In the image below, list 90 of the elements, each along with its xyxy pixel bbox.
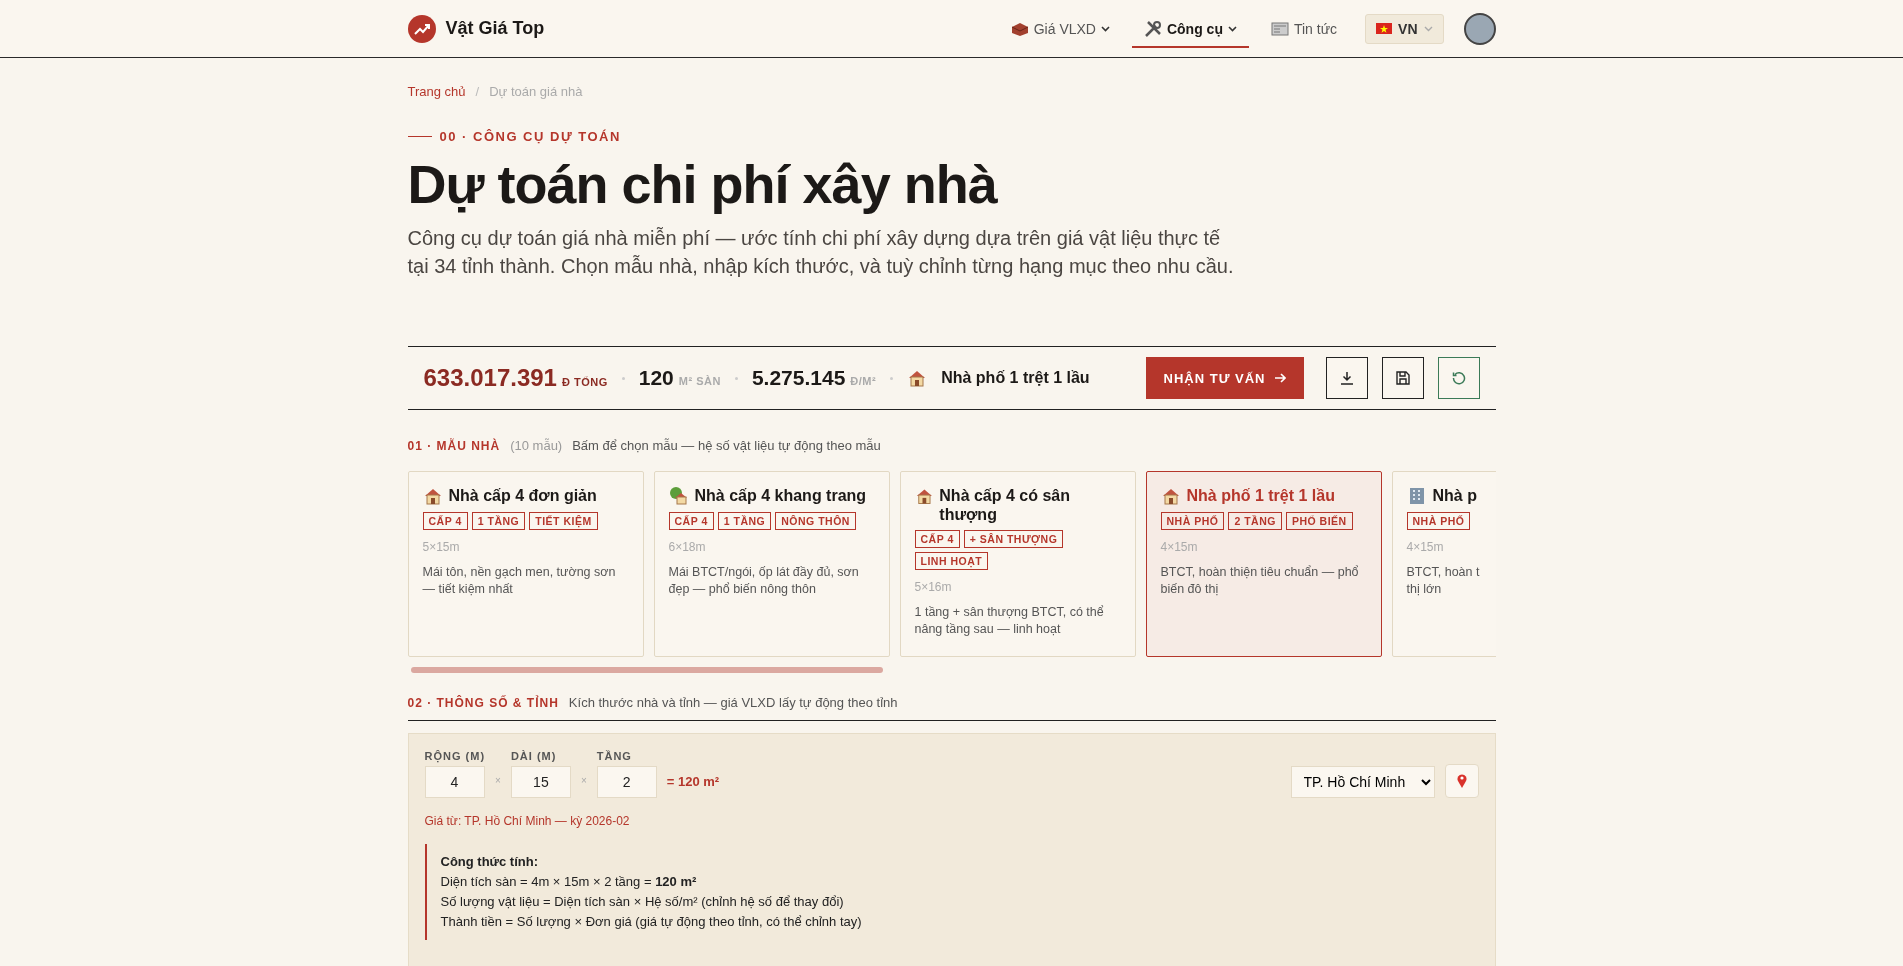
model-card[interactable]: Nhà phố 1 trệt 1 lầu NHÀ PHỐ 2 TẦNG PHỔ BIẾN 4×15m BTCT, hoàn thiện tiêu chuẩn — phổ biến đô thị	[1145, 471, 1382, 657]
house-tree-icon	[668, 486, 689, 506]
nav-link[interactable]: Tin tức	[1258, 12, 1350, 47]
price-source: Giá từ: TP. Hồ Chí Minh — kỳ 2026-02	[424, 814, 631, 828]
field-label: DÀI (M)	[510, 750, 558, 762]
stat-unit: Đ TỔNG	[561, 376, 608, 388]
page-title: Dự toán chi phí xây nhà	[407, 153, 999, 216]
province-select[interactable]: TP. Hồ Chí Minh	[1290, 766, 1435, 798]
input-field[interactable]: 4	[424, 766, 485, 798]
model-description: 1 tầng + sân thượng BTCT, có thể nâng tầng sau — linh hoạt	[914, 604, 1105, 638]
model-tag: NÔNG THÔN	[775, 512, 856, 530]
intro-text: Công cụ dự toán giá nhà miễn phí — ước tính chi phí xây dựng dựa trên giá vật liệu thực tế tại 34 tỉnh thành. Chọn mẫu nhà, nhập kích thước, và tuỳ chỉnh từng hạng mục theo nhu cầu.	[407, 226, 1235, 279]
current-page-label: Dự toán giá nhà	[489, 84, 583, 99]
model-size: 4×15m	[1406, 540, 1445, 554]
model-card[interactable]: Nhà p NHÀ PHỐ 4×15m BTCT, hoàn t thị lớn	[1391, 471, 1496, 657]
model-tag: NHÀ PHỐ	[1406, 512, 1471, 530]
save-button[interactable]	[1381, 357, 1424, 399]
model-tag: CẤP 4	[422, 512, 468, 530]
stat-value: 120	[638, 366, 674, 389]
brick-icon	[1010, 20, 1029, 37]
avatar[interactable]	[1463, 12, 1496, 45]
field-label: RỘNG (M)	[424, 750, 486, 762]
breadcrumb-link[interactable]: Trang chủ	[407, 84, 466, 99]
stat-unit: Đ/M²	[850, 375, 877, 387]
location-button[interactable]	[1444, 764, 1479, 798]
model-name: Nhà p	[1432, 486, 1477, 505]
section-number: 02 · THÔNG SỐ & TỈNH	[407, 695, 559, 710]
model-size: 6×18m	[668, 540, 707, 554]
field-label: TẦNG	[596, 750, 633, 762]
model-tag: 2 TẦNG	[1228, 512, 1282, 530]
model-description: BTCT, hoàn t thị lớn	[1406, 564, 1481, 598]
formula-line: Số lượng vật liệu = Diện tích sàn × Hệ số/m² (chỉnh hệ số để thay đổi)	[440, 893, 845, 911]
language-button[interactable]: VN	[1365, 13, 1444, 44]
model-tag: CẤP 4	[668, 512, 714, 530]
model-name: Nhà cấp 4 khang trang	[694, 486, 867, 505]
model-name: Nhà cấp 4 đơn giản	[448, 486, 597, 505]
model-count: (10 mẫu)	[510, 438, 563, 453]
stat-value: 5.275.145	[751, 366, 846, 389]
tools-icon	[1143, 19, 1162, 38]
model-tag: PHỔ BIẾN	[1285, 512, 1353, 530]
model-description: Mái BTCT/ngói, ốp lát đầy đủ, sơn đẹp — phổ biến nông thôn	[668, 564, 860, 598]
reset-icon	[1451, 371, 1466, 385]
model-description: BTCT, hoàn thiện tiêu chuẩn — phổ biến đô thị	[1160, 564, 1360, 598]
model-size: 5×15m	[422, 540, 461, 554]
model-tag: 1 TẦNG	[471, 512, 526, 530]
scrollbar-thumb[interactable]	[410, 667, 883, 673]
selected-model: Nhà phố 1 trệt 1 lầu	[941, 369, 1090, 387]
model-description: Mái tôn, nền gạch men, tường sơn — tiết kiệm nhất	[422, 564, 617, 598]
model-size: 4×15m	[1160, 540, 1199, 554]
model-card[interactable]: Nhà cấp 4 khang trang CẤP 4 1 TẦNG NÔNG THÔN 6×18m Mái BTCT/ngói, ốp lát đầy đủ, sơn đẹp — phổ biến nông thôn	[653, 471, 890, 657]
multiply-sign: ×	[495, 775, 501, 788]
download-button[interactable]	[1325, 357, 1368, 399]
multiply-sign: ×	[580, 775, 587, 788]
model-name: Nhà phố 1 trệt 1 lầu	[1186, 486, 1335, 505]
model-tag: TIẾT KIỆM	[529, 512, 598, 530]
model-tag: CẤP 4	[914, 530, 960, 548]
model-tag: 1 TẦNG	[717, 512, 772, 530]
model-size: 5×16m	[914, 580, 953, 594]
reset-button[interactable]	[1437, 357, 1480, 399]
area-result: = 120 m²	[666, 774, 720, 791]
save-icon	[1395, 371, 1410, 385]
formula-line: Diện tích sàn = 4m × 15m × 2 tầng = 120 m²	[440, 873, 698, 891]
section-eyebrow: 00 · CÔNG CỤ DỰ TOÁN	[439, 129, 621, 144]
nav-link[interactable]: Giá VLXD	[998, 12, 1122, 47]
stat-value: 633.017.391	[423, 364, 557, 391]
section-number: 01 · MẪU NHÀ	[407, 438, 501, 453]
caret-icon	[1423, 25, 1433, 32]
model-tag: NHÀ PHỐ	[1160, 512, 1225, 530]
input-field[interactable]: 2	[596, 766, 657, 798]
model-tag: + SÂN THƯỢNG	[963, 530, 1064, 548]
brand-name[interactable]: Vật Giá Top	[445, 18, 545, 39]
arrow-right-icon	[1273, 373, 1286, 383]
nav-link[interactable]: Công cụ	[1131, 11, 1249, 48]
model-card[interactable]: Nhà cấp 4 đơn giản CẤP 4 1 TẦNG TIẾT KIỆM 5×15m Mái tôn, nền gạch men, tường sơn — tiết kiệm nhất	[407, 471, 644, 657]
formula-title: Công thức tính:	[440, 853, 539, 871]
breadcrumb-separator: /	[475, 84, 480, 99]
flag-icon	[1376, 23, 1393, 34]
model-tag: LINH HOẠT	[914, 552, 989, 570]
section-hint: Kích thước nhà và tỉnh — giá VLXD lấy tự động theo tỉnh	[568, 695, 898, 710]
download-icon	[1339, 371, 1354, 385]
model-name: Nhà cấp 4 có sân thượng	[939, 486, 1071, 524]
pin-icon	[1455, 773, 1468, 789]
formula-line: Thành tiền = Số lượng × Đơn giá (giá tự động theo tỉnh, có thể chỉnh tay)	[440, 913, 863, 931]
stat-unit: M² SÀN	[678, 375, 721, 387]
input-field[interactable]: 15	[510, 766, 571, 798]
newspaper-icon	[1270, 20, 1289, 37]
model-card[interactable]: Nhà cấp 4 có sân thượng CẤP 4 + SÂN THƯỢNG LINH HOẠT 5×16m 1 tầng + sân thượng BTCT, có thể nâng tầng sau — linh hoạt	[899, 471, 1136, 657]
chart-logo-icon	[407, 14, 436, 43]
consult-button[interactable]: NHẬN TƯ VẤN	[1145, 357, 1304, 399]
section-hint: Bấm để chọn mẫu — hệ số vật liệu tự động theo mẫu	[572, 438, 881, 453]
